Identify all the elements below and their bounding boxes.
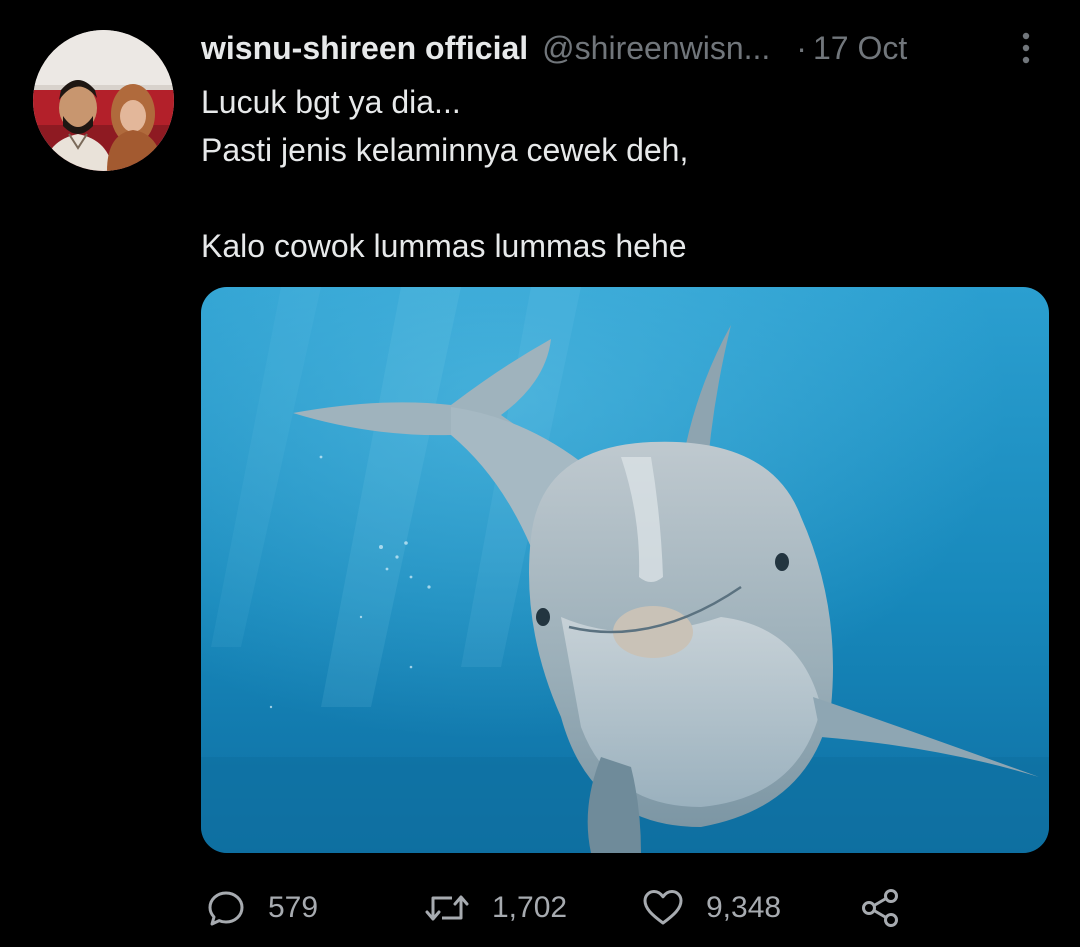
retweet-button[interactable]: 1,702 — [424, 880, 567, 936]
tweet-text-line — [201, 174, 1041, 222]
tweet-header: wisnu-shireen official @shireenwisn... ·… — [201, 26, 1041, 70]
avatar[interactable] — [33, 30, 174, 171]
like-button[interactable]: 9,348 — [642, 880, 781, 936]
tweet-text-line: Pasti jenis kelaminnya cewek deh, — [201, 132, 689, 168]
reply-count: 579 — [268, 891, 319, 924]
share-icon — [860, 888, 902, 928]
reply-button[interactable]: 579 — [206, 880, 318, 936]
tweet-media-image[interactable] — [201, 287, 1049, 853]
user-handle[interactable]: @shireenwisn... — [542, 30, 770, 67]
separator-dot: · — [796, 29, 807, 66]
avatar-photo — [33, 30, 174, 171]
tweet-text: Lucuk bgt ya dia... Pasti jenis kelaminn… — [201, 78, 1041, 270]
more-options-icon[interactable] — [1012, 28, 1040, 68]
like-count: 9,348 — [706, 891, 782, 924]
tweet-date[interactable]: 17 Oct — [813, 30, 907, 67]
dolphin-photo — [201, 287, 1049, 853]
retweet-icon — [424, 888, 470, 928]
tweet-text-line: Kalo cowok lummas lummas hehe — [201, 228, 687, 264]
heart-icon — [642, 888, 684, 928]
display-name[interactable]: wisnu-shireen official — [201, 30, 528, 67]
reply-icon — [206, 888, 246, 928]
tweet-action-bar: 579 1,702 9,348 — [0, 880, 1080, 936]
retweet-count: 1,702 — [492, 891, 568, 924]
share-button[interactable] — [860, 880, 902, 936]
tweet-text-line: Lucuk bgt ya dia... — [201, 84, 461, 120]
